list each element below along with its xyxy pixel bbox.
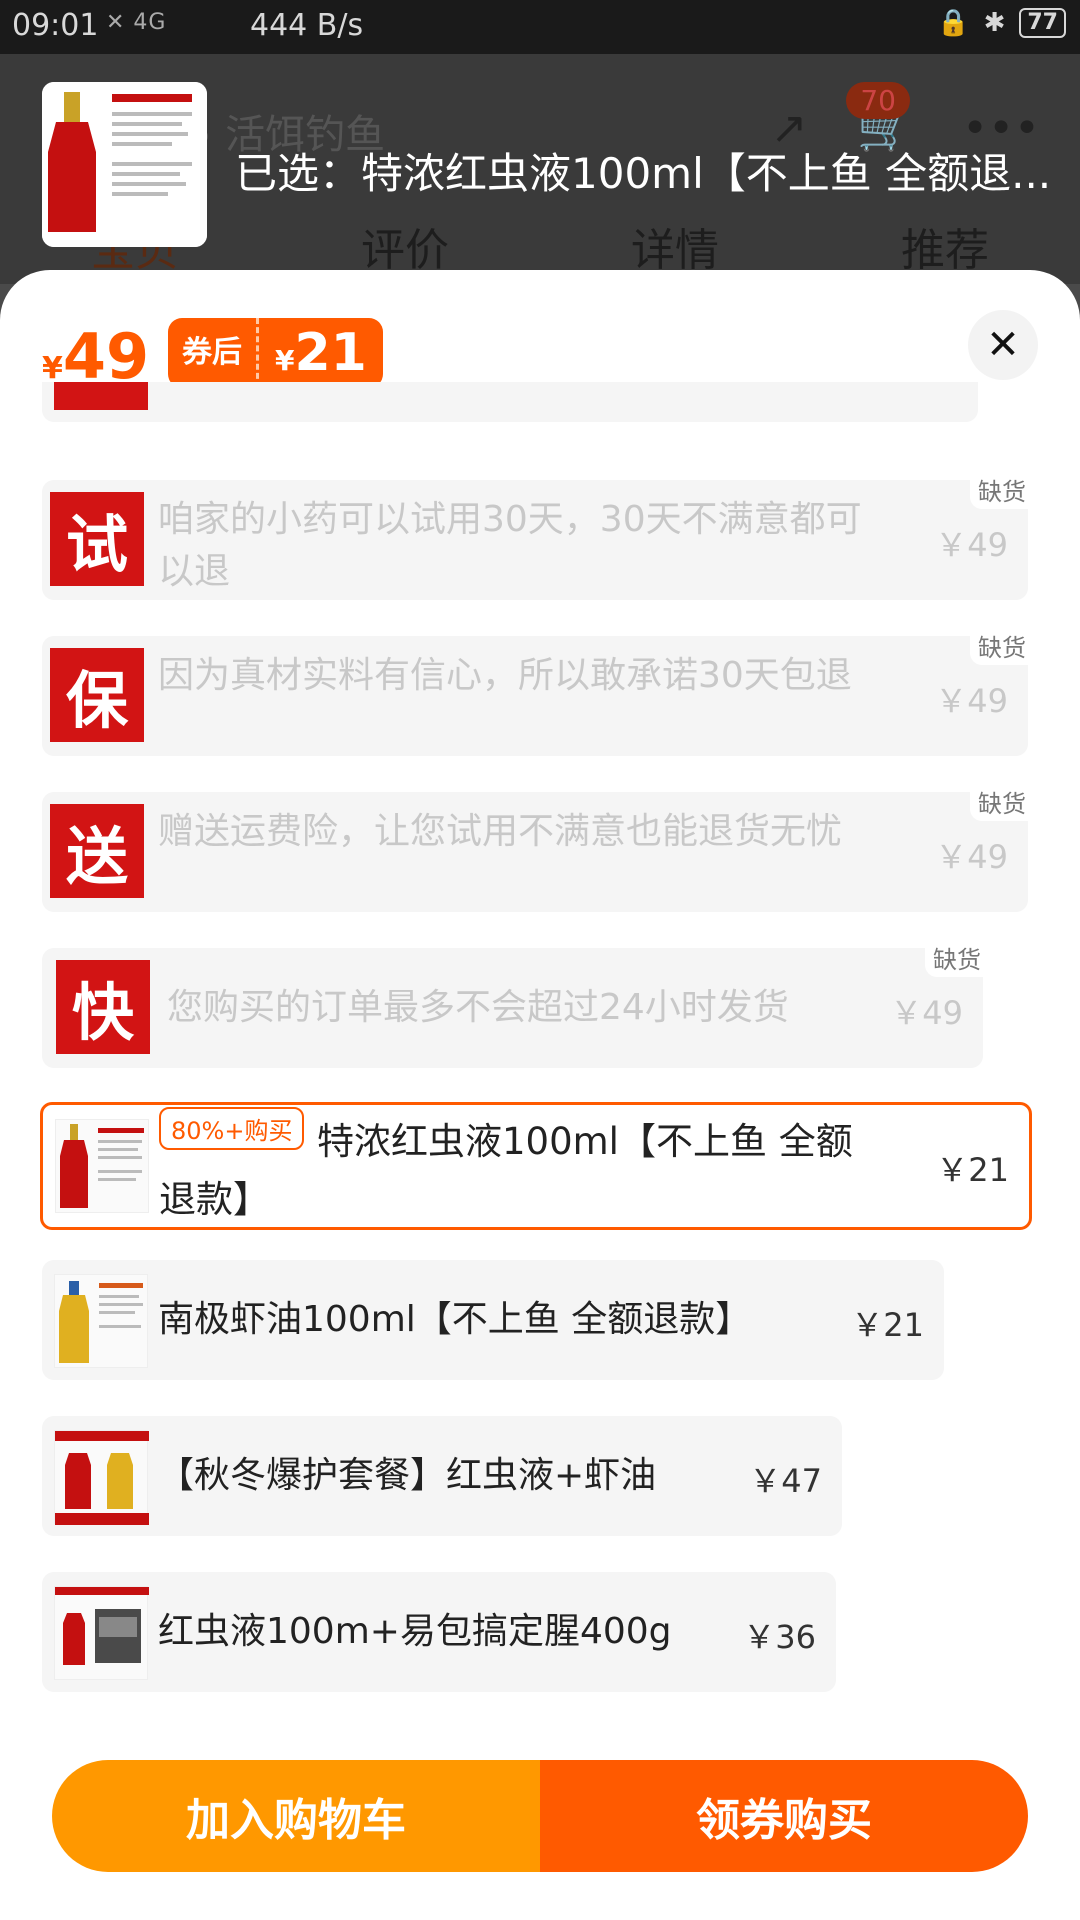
option-item[interactable]: 红虫液100m+易包搞定腥400g ￥36 [42, 1572, 836, 1692]
option-item-selected[interactable]: 80%+购买 特浓红虫液100ml【不上鱼 全额退款】 ￥21 [40, 1102, 1032, 1230]
option-price: ￥49 [935, 682, 1008, 720]
status-bar: 09:01 ✕ 4G 444 B/s 🔒 ✱ 77 [0, 0, 1080, 54]
red-bottle-icon [60, 1124, 144, 1208]
tab-reviews: 评价 [361, 225, 449, 276]
out-of-stock-tag: 缺货 [970, 470, 1034, 509]
bluetooth-icon: ✱ [983, 8, 1006, 38]
option-price: ￥49 [890, 994, 963, 1032]
combo-bottles-icon [55, 1431, 149, 1525]
out-of-stock-tag: 缺货 [970, 626, 1034, 665]
option-label: 因为真材实料有信心，所以敢承诺30天包退 [158, 655, 852, 696]
close-button[interactable]: ✕ [968, 310, 1038, 380]
option-item[interactable]: 保 因为真材实料有信心，所以敢承诺30天包退 ￥49 缺货 [42, 626, 1034, 756]
status-time: 09:01 [12, 8, 99, 43]
bottle-bag-combo-icon [55, 1587, 149, 1665]
option-item[interactable]: 【秋冬爆护套餐】红虫液+虾油 ￥47 [42, 1416, 842, 1536]
option-price: ￥21 [851, 1306, 924, 1344]
coupon-label: 券后 [168, 318, 256, 388]
option-price: ￥49 [935, 526, 1008, 564]
option-label: 南极虾油100ml【不上鱼 全额退款】 [158, 1299, 752, 1340]
option-label: 咱家的小药可以试用30天，30天不满意都可以退 [158, 499, 862, 592]
cart-badge: 70 [846, 82, 910, 119]
option-item[interactable]: 快 您购买的订单最多不会超过24小时发货 ￥49 缺货 [42, 938, 989, 1068]
selected-spec-text: 已选：特浓红虫液100ml【不上鱼 全额退... [235, 149, 1052, 198]
option-product-image [54, 1586, 149, 1680]
signal-icon: ✕ 4G [106, 10, 167, 35]
option-label: 您购买的订单最多不会超过24小时发货 [167, 987, 789, 1028]
sku-sheet: ¥49 券后 ¥21 ✕ 试 咱家的小药可以试用30天，30天不满意都可以退 ￥… [0, 270, 1080, 1920]
lock-icon: 🔒 [937, 8, 970, 38]
option-label: 特浓红虫液100ml【不上鱼 全额退款】 [159, 1120, 853, 1221]
out-of-stock-tag: 缺货 [970, 782, 1034, 821]
claim-coupon-buy-button[interactable]: 领券购买 [540, 1760, 1028, 1872]
selected-product-image [42, 82, 207, 247]
option-price: ￥36 [743, 1618, 816, 1656]
battery-icon: 77 [1019, 8, 1066, 38]
option-price: ￥49 [935, 838, 1008, 876]
option-thumb: 送 [50, 804, 144, 898]
option-item[interactable]: 送 赠送运费险，让您试用不满意也能退货无忧 ￥49 缺货 [42, 782, 1034, 912]
option-partial [42, 382, 978, 422]
option-item[interactable]: 试 咱家的小药可以试用30天，30天不满意都可以退 ￥49 缺货 [42, 470, 1034, 600]
status-right: 🔒 ✱ 77 [937, 8, 1066, 38]
out-of-stock-tag: 缺货 [925, 938, 989, 977]
coupon-price: ¥21 [256, 318, 383, 388]
option-label: 红虫液100m+易包搞定腥400g [158, 1611, 672, 1652]
option-price: ￥47 [749, 1462, 822, 1500]
net-speed: 444 B/s [250, 8, 364, 43]
close-icon: ✕ [986, 322, 1020, 368]
add-to-cart-button[interactable]: 加入购物车 [52, 1760, 540, 1872]
partial-thumb [54, 382, 148, 410]
option-label: 赠送运费险，让您试用不满意也能退货无忧 [158, 811, 843, 852]
coupon-price-badge: 券后 ¥21 [168, 318, 383, 388]
option-thumb: 快 [56, 960, 150, 1054]
option-thumb: 保 [50, 648, 144, 742]
option-product-image [54, 1430, 149, 1525]
option-price: ￥21 [936, 1151, 1009, 1189]
footer-buttons: 加入购物车 领券购买 [52, 1760, 1028, 1872]
tab-details: 详情 [631, 225, 719, 276]
option-product-image [55, 1119, 149, 1213]
red-bottle-icon [42, 82, 207, 247]
option-product-image [54, 1274, 148, 1368]
option-item[interactable]: 南极虾油100ml【不上鱼 全额退款】 ￥21 [42, 1260, 944, 1380]
option-label: 【秋冬爆护套餐】红虫液+虾油 [158, 1455, 657, 1496]
tab-recommend: 推荐 [901, 225, 989, 276]
shrimp-oil-bottle-icon [59, 1281, 143, 1363]
option-thumb: 试 [50, 492, 144, 586]
